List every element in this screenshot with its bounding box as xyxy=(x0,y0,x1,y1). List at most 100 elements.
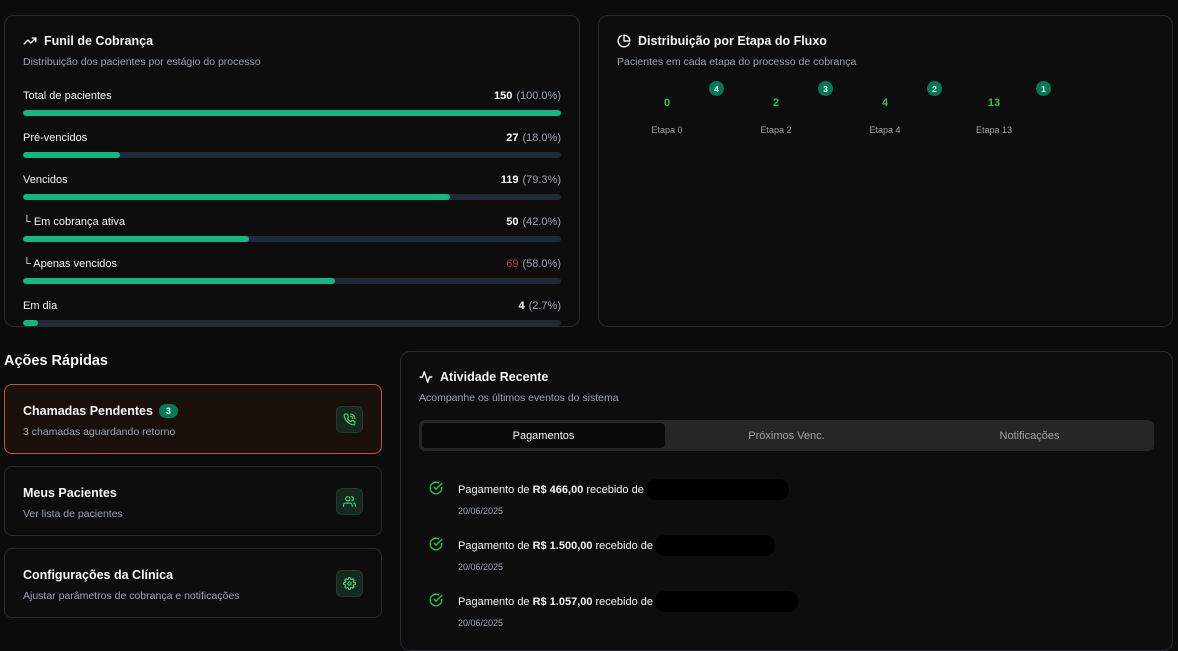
payment-date: 20/06/2025 xyxy=(458,562,504,572)
redacted-name xyxy=(655,591,798,612)
activity-pulse-icon xyxy=(419,370,433,384)
funnel-row-count: 27 xyxy=(506,132,519,144)
qa-title: Configurações da Clínica xyxy=(23,568,174,582)
funnel-row-label: Total de pacientes xyxy=(23,90,112,102)
qa-title-row: Configurações da Clínica xyxy=(23,568,363,582)
funnel-row-count: 4 xyxy=(518,300,525,312)
funnel-row-bar xyxy=(23,194,561,200)
pending-calls-action[interactable]: Chamadas Pendentes 3 3 chamadas aguardan… xyxy=(4,384,382,454)
funnel-row-value-group: 50 (42.0%) xyxy=(506,216,561,228)
distribution-card: Distribuição por Etapa do Fluxo Paciente… xyxy=(598,15,1173,327)
funnel-row-label: └ Apenas vencidos xyxy=(23,258,118,270)
payment-prefix: Pagamento de xyxy=(458,595,530,608)
funnel-row-cobranca-ativa: └ Em cobrança ativa 50 (42.0%) xyxy=(23,214,561,242)
payment-text: Pagamento de R$ 1.057,00 recebido de xyxy=(458,591,798,612)
stage-item[interactable]: 4 0 Etapa 0 xyxy=(627,81,724,135)
stage-label: Etapa 2 xyxy=(760,125,792,135)
funnel-row-em-dia: Em dia 4 (2.7%) xyxy=(23,298,561,326)
funnel-row-bar xyxy=(23,278,561,284)
payment-text: Pagamento de R$ 1.500,00 recebido de xyxy=(458,535,775,556)
trending-up-icon xyxy=(23,34,37,48)
tab-proximos-vencimentos[interactable]: Próximos Venc. xyxy=(665,423,908,448)
funnel-row-value-group: 150 (100.0%) xyxy=(494,90,561,102)
check-circle-icon xyxy=(429,537,443,551)
pending-calls-badge: 3 xyxy=(158,404,178,418)
funnel-row-label: Pré-vencidos xyxy=(23,132,88,144)
qa-title-row: Chamadas Pendentes 3 xyxy=(23,404,363,418)
qa-subtitle: Ver lista de pacientes xyxy=(23,508,123,520)
funnel-row-label: └ Em cobrança ativa xyxy=(23,216,125,228)
funnel-row-bar xyxy=(23,236,561,242)
payment-item[interactable]: Pagamento de R$ 466,00 recebido de 20/06… xyxy=(429,479,789,516)
funnel-row-bar-fill xyxy=(23,278,336,284)
funnel-row-value-group: 27 (18.0%) xyxy=(506,132,561,144)
payment-amount: R$ 466,00 xyxy=(532,483,584,496)
funnel-row-percent: (18.0%) xyxy=(522,132,561,144)
stage-label: Etapa 0 xyxy=(651,125,683,135)
stage-count-badge: 4 xyxy=(709,81,724,96)
payment-item[interactable]: Pagamento de R$ 1.500,00 recebido de 20/… xyxy=(429,535,775,572)
stage-item[interactable]: 1 13 Etapa 13 xyxy=(954,81,1051,135)
stage-count-badge: 3 xyxy=(818,81,833,96)
qa-subtitle: 3 chamadas aguardando retorno xyxy=(23,426,176,438)
payment-prefix: Pagamento de xyxy=(458,539,530,552)
stage-label: Etapa 4 xyxy=(869,125,901,135)
activity-tabs: Pagamentos Próximos Venc. Notificações xyxy=(419,420,1154,451)
funnel-row-bar-fill xyxy=(23,152,120,158)
tab-notificacoes[interactable]: Notificações xyxy=(908,423,1151,448)
payment-amount: R$ 1.057,00 xyxy=(532,595,593,608)
funnel-row-percent: (100.0%) xyxy=(516,90,561,102)
stage-item[interactable]: 3 2 Etapa 2 xyxy=(736,81,833,135)
funnel-row-bar xyxy=(23,320,561,326)
quick-actions-title: Ações Rápidas xyxy=(4,353,108,369)
stage-count-badge: 2 xyxy=(927,81,942,96)
phone-call-icon[interactable] xyxy=(336,406,363,433)
funnel-row-value-group: 69 (58.0%) xyxy=(506,258,561,270)
funnel-row-vencidos: Vencidos 119 (79.3%) xyxy=(23,172,561,200)
stage-count-badge: 1 xyxy=(1036,81,1051,96)
check-circle-icon xyxy=(429,593,443,607)
funnel-row-label: Em dia xyxy=(23,300,58,312)
recent-activity-card: Atividade Recente Acompanhe os últimos e… xyxy=(400,351,1173,651)
payment-suffix: recebido de xyxy=(595,595,654,608)
funnel-row-count: 150 xyxy=(494,90,513,102)
funnel-row-apenas-vencidos: └ Apenas vencidos 69 (58.0%) xyxy=(23,256,561,284)
payment-suffix: recebido de xyxy=(586,483,644,496)
funnel-card: Funil de Cobrança Distribuição dos pacie… xyxy=(4,15,580,327)
tab-pagamentos[interactable]: Pagamentos xyxy=(422,423,665,448)
distribution-subtitle: Pacientes em cada etapa do processo de c… xyxy=(617,56,857,68)
qa-subtitle: Ajustar parâmetros de cobrança e notific… xyxy=(23,590,240,602)
payment-date: 20/06/2025 xyxy=(458,506,504,516)
funnel-row-bar-fill xyxy=(23,320,38,326)
redacted-name xyxy=(655,535,775,556)
stage-item[interactable]: 2 4 Etapa 4 xyxy=(845,81,942,135)
funnel-row-count: 119 xyxy=(500,174,519,186)
qa-title: Chamadas Pendentes xyxy=(23,404,153,418)
funnel-row-label: Vencidos xyxy=(23,174,68,186)
stage-label: Etapa 13 xyxy=(975,125,1013,135)
funnel-row-percent: (2.7%) xyxy=(528,300,561,312)
redacted-name xyxy=(645,479,789,500)
funnel-title: Funil de Cobrança xyxy=(44,34,154,48)
payment-item[interactable]: Pagamento de R$ 1.057,00 recebido de 20/… xyxy=(429,591,798,628)
distribution-header: Distribuição por Etapa do Fluxo xyxy=(617,34,1154,48)
payment-date: 20/06/2025 xyxy=(458,618,504,628)
clinic-settings-action[interactable]: Configurações da Clínica Ajustar parâmet… xyxy=(4,548,382,618)
payment-prefix: Pagamento de xyxy=(458,483,530,496)
my-patients-action[interactable]: Meus Pacientes Ver lista de pacientes xyxy=(4,466,382,536)
funnel-row-bar xyxy=(23,152,561,158)
funnel-row-percent: (79.3%) xyxy=(522,174,561,186)
stage-number: 4 xyxy=(881,97,889,109)
activity-header: Atividade Recente xyxy=(419,370,1154,384)
funnel-row-count: 69 xyxy=(506,258,519,270)
funnel-subtitle: Distribuição dos pacientes por estágio d… xyxy=(23,56,261,68)
stage-number: 2 xyxy=(772,97,780,109)
funnel-row-count: 50 xyxy=(506,216,519,228)
pie-chart-icon xyxy=(617,34,631,48)
funnel-row-bar-fill xyxy=(23,236,249,242)
funnel-row-percent: (58.0%) xyxy=(522,258,561,270)
funnel-row-value-group: 119 (79.3%) xyxy=(501,174,561,186)
funnel-row-pre-vencidos: Pré-vencidos 27 (18.0%) xyxy=(23,130,561,158)
gear-icon[interactable] xyxy=(336,570,363,597)
users-icon[interactable] xyxy=(336,488,363,515)
